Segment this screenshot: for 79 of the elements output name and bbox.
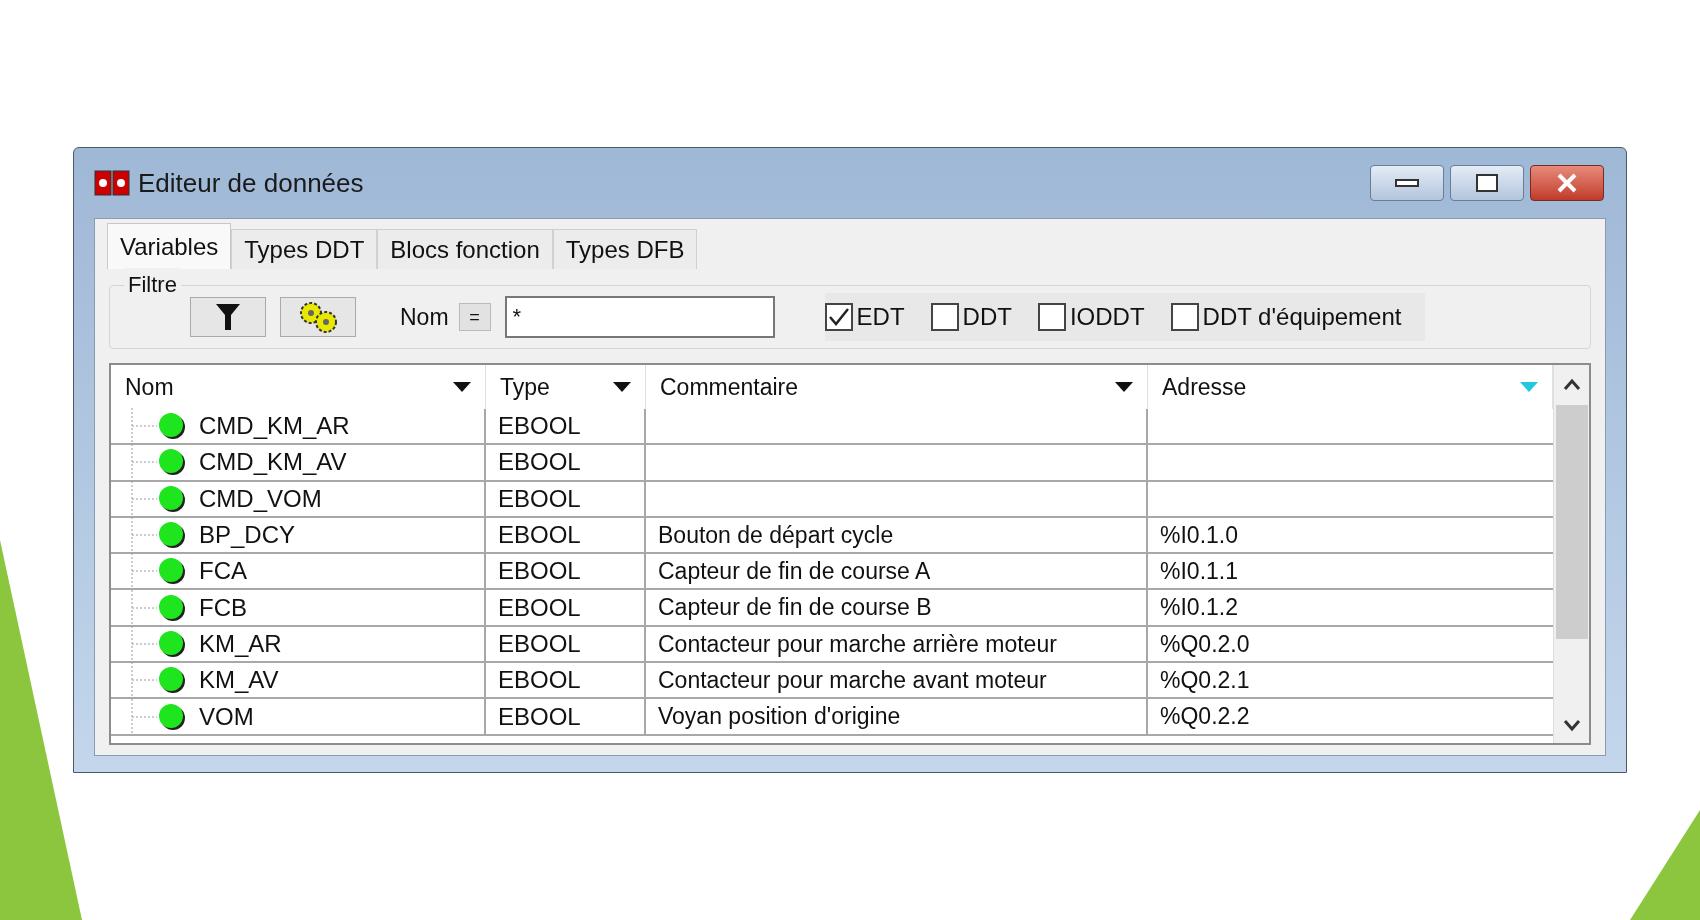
table-cell-text: EBOOL — [498, 665, 581, 696]
tab[interactable]: Blocs fonction — [377, 229, 553, 269]
table-cell-text: FCA — [199, 556, 247, 587]
table-cell-text: %Q0.2.0 — [1160, 629, 1250, 659]
checkmark-icon — [827, 307, 850, 327]
checkbox[interactable] — [930, 303, 959, 331]
status-dot-icon — [157, 593, 187, 622]
status-dot-icon — [157, 448, 187, 477]
table-cell-text: EBOOL — [498, 556, 581, 587]
scrollbar-thumb[interactable] — [1555, 405, 1588, 639]
operator-button[interactable]: = — [458, 303, 491, 331]
sort-caret-icon — [453, 382, 471, 392]
table-cell-text: CMD_VOM — [199, 483, 322, 514]
status-dot-icon — [157, 557, 187, 586]
status-dot-icon — [157, 702, 187, 731]
app-logo-icon — [94, 167, 130, 199]
table-cell-text: EBOOL — [498, 411, 581, 442]
table-cell-text: EBOOL — [498, 520, 581, 551]
table-cell-text: Contacteur pour marche avant moteur — [658, 666, 1047, 695]
status-dot-icon — [157, 484, 187, 513]
table-cell-text: KM_AR — [199, 628, 282, 659]
sort-caret-icon — [1115, 382, 1133, 392]
table-cell-text: CMD_KM_AV — [199, 447, 347, 478]
table-cell-text: EBOOL — [498, 483, 581, 514]
name-filter-field[interactable]: * — [504, 296, 775, 338]
tree-line-icon — [131, 662, 157, 699]
tab[interactable]: Types DFB — [552, 229, 698, 269]
table-cell-text: Bouton de départ cycle — [658, 520, 894, 550]
table-cell-text: Voyan position d'origine — [658, 702, 901, 732]
checkbox-label: DDT d'équipement — [1202, 302, 1402, 332]
table-cell-text: FCB — [199, 592, 247, 623]
table-cell-text: CMD_KM_AR — [199, 411, 350, 442]
funnel-icon — [215, 303, 241, 331]
tree-line-icon — [131, 625, 157, 662]
tree-line-icon — [131, 553, 157, 590]
checkbox[interactable] — [1037, 303, 1066, 331]
table-cell-text: VOM — [199, 701, 254, 732]
checkbox-label: IODDT — [1069, 302, 1145, 332]
tree-line-icon — [131, 517, 157, 554]
table-cell-text: %Q0.2.2 — [1160, 702, 1250, 732]
sort-caret-icon — [1520, 382, 1538, 392]
table-cell-text: EBOOL — [498, 701, 581, 732]
status-dot-icon — [157, 666, 187, 695]
tree-line-icon — [131, 444, 157, 481]
table-cell-text: %I0.1.1 — [1160, 557, 1238, 587]
table-cell-text: %I0.1.0 — [1160, 520, 1238, 550]
table-cell-text: Capteur de fin de course B — [658, 593, 932, 623]
checkbox[interactable] — [824, 303, 853, 331]
tab[interactable]: Variables — [107, 223, 232, 269]
tree-line-icon — [131, 480, 157, 517]
tab[interactable]: Types DDT — [231, 229, 378, 269]
name-label: Nom — [400, 302, 449, 332]
scrollbar[interactable] — [1553, 365, 1589, 743]
table-cell-text: EBOOL — [498, 447, 581, 478]
tree-line-icon — [131, 589, 157, 626]
sort-caret-icon — [613, 382, 631, 392]
filter-button[interactable] — [190, 297, 266, 337]
table-cell-text: %I0.1.2 — [1160, 593, 1238, 623]
status-dot-icon — [157, 629, 187, 658]
close-button[interactable] — [1530, 165, 1604, 201]
table-cell-text: BP_DCY — [199, 520, 296, 551]
table-cell-text: KM_AV — [199, 665, 279, 696]
tree-line-icon — [131, 698, 157, 735]
table-cell-text: EBOOL — [498, 628, 581, 659]
checkbox[interactable] — [1170, 303, 1199, 331]
table-cell-text: EBOOL — [498, 592, 581, 623]
minimize-button[interactable] — [1370, 165, 1444, 201]
tree-line-icon — [131, 408, 157, 445]
maximize-button[interactable] — [1450, 165, 1524, 201]
table-cell-text: Contacteur pour marche arrière moteur — [658, 629, 1057, 659]
table-cell-text: Capteur de fin de course A — [658, 557, 931, 587]
checkbox-label: DDT — [962, 302, 1012, 332]
status-dot-icon — [157, 521, 187, 550]
checkbox-label: EDT — [856, 302, 905, 332]
close-icon — [1556, 173, 1578, 193]
table-cell-text: %Q0.2.1 — [1160, 666, 1250, 695]
status-dot-icon — [157, 412, 187, 441]
window-title: Editeur de données — [138, 166, 364, 200]
settings-button[interactable] — [280, 297, 356, 337]
